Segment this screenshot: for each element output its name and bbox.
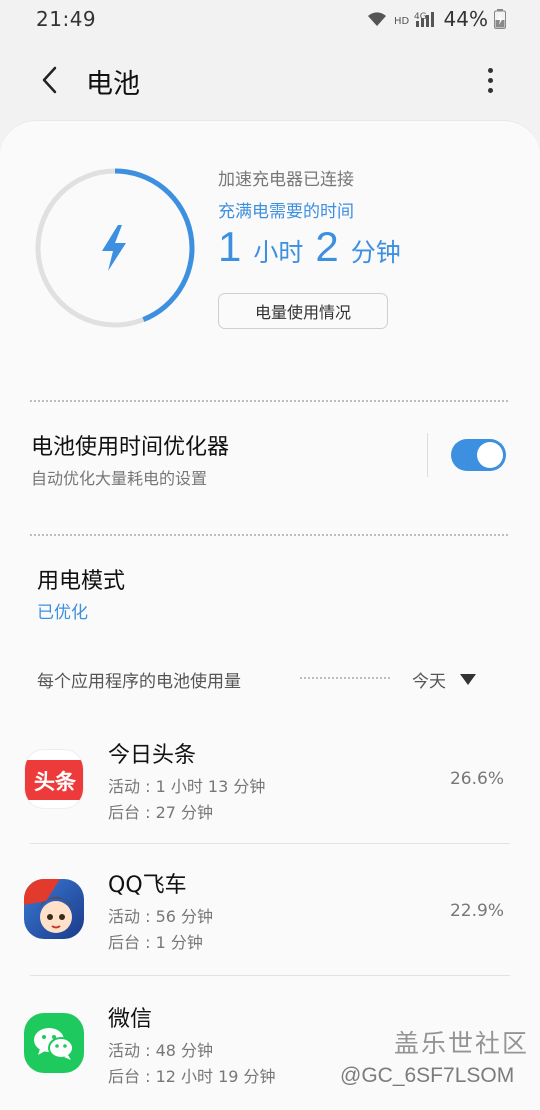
app-background-time: 后台 : 12 小时 19 分钟: [108, 1067, 276, 1086]
toutiao-app-icon: 头条: [24, 749, 84, 809]
battery-charging-icon: [494, 9, 506, 29]
lightning-icon: [102, 225, 126, 271]
back-button[interactable]: [34, 64, 66, 96]
battery-level-ring: [35, 168, 195, 328]
app-active-time: 活动 : 56 分钟: [108, 907, 214, 926]
status-time: 21:49: [36, 7, 97, 31]
period-dropdown[interactable]: 今天: [412, 667, 476, 692]
minutes-value: 2: [315, 223, 339, 270]
toggle-knob: [477, 442, 503, 468]
divider: [30, 400, 508, 402]
more-options-button[interactable]: [478, 62, 502, 98]
watermark-site: 盖乐世社区: [394, 1029, 530, 1058]
charger-status: 加速充电器已连接: [218, 170, 354, 190]
battery-card: 加速充电器已连接 充满电需要的时间 1 小时 2 分钟 电量使用情况 电池使用时…: [0, 120, 540, 1110]
wechat-app-icon: [24, 1013, 84, 1073]
optimizer-title: 电池使用时间优化器: [31, 435, 230, 460]
vertical-divider: [427, 433, 428, 477]
hours-value: 1: [218, 223, 242, 270]
minutes-unit: 分钟: [350, 238, 401, 267]
full-charge-time: 1 小时 2 分钟: [218, 223, 413, 271]
optimizer-toggle[interactable]: [451, 439, 506, 471]
power-mode-value: 已优化: [37, 603, 88, 623]
app-active-time: 活动 : 1 小时 13 分钟: [108, 777, 266, 796]
watermark-user: @GC_6SF7LSOM: [340, 1064, 515, 1087]
period-value: 今天: [412, 672, 446, 692]
page-title: 电池: [86, 69, 140, 100]
power-mode-title: 用电模式: [37, 569, 126, 594]
app-usage-percent: 22.9%: [449, 901, 504, 921]
app-row-qq-speed[interactable]: QQ飞车 活动 : 56 分钟 后台 : 1 分钟 22.9%: [0, 847, 540, 975]
full-charge-label: 充满电需要的时间: [218, 202, 354, 222]
svg-text:HD: HD: [394, 16, 410, 27]
status-icons: HD 4G 44%: [366, 7, 506, 31]
qq-speed-app-icon: [24, 879, 84, 939]
app-background-time: 后台 : 27 分钟: [108, 803, 214, 822]
app-usage-header: 每个应用程序的电池使用量: [37, 672, 241, 692]
app-bar: 电池: [0, 52, 540, 108]
battery-usage-button[interactable]: 电量使用情况: [218, 293, 388, 329]
app-name: 今日头条: [108, 743, 197, 768]
chevron-left-icon: [42, 66, 57, 94]
wifi-icon: [366, 10, 388, 28]
hours-unit: 小时: [253, 238, 304, 267]
battery-percent: 44%: [443, 7, 488, 31]
app-row-toutiao[interactable]: 头条 今日头条 活动 : 1 小时 13 分钟 后台 : 27 分钟 26.6%: [0, 715, 540, 843]
app-name: 微信: [108, 1007, 153, 1032]
optimizer-subtitle: 自动优化大量耗电的设置: [31, 469, 208, 488]
svg-text:4G: 4G: [414, 12, 427, 22]
toutiao-icon-text: 头条: [34, 770, 77, 794]
status-bar: 21:49 HD 4G 44%: [0, 0, 540, 38]
app-active-time: 活动 : 48 分钟: [108, 1041, 214, 1060]
row-divider: [30, 843, 510, 844]
app-usage-percent: 26.6%: [449, 769, 504, 789]
divider: [30, 534, 508, 536]
more-vertical-icon: [487, 67, 493, 73]
row-divider: [30, 975, 510, 976]
app-background-time: 后台 : 1 分钟: [108, 933, 203, 952]
header-dots: [300, 677, 390, 679]
app-name: QQ飞车: [108, 873, 187, 898]
signal-icon: HD 4G: [394, 9, 438, 29]
dropdown-triangle-icon: [460, 674, 476, 685]
